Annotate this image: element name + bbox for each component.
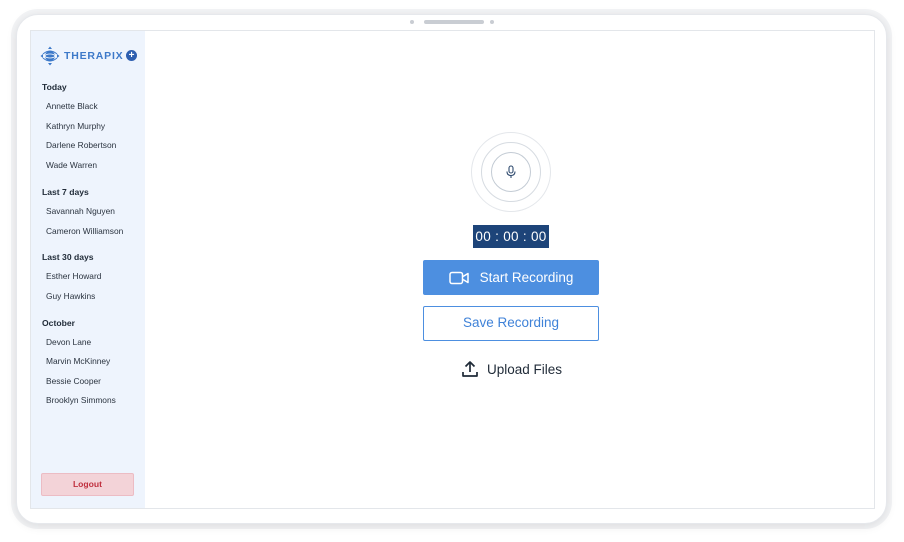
- sidebar-item-patient[interactable]: Marvin McKinney: [46, 356, 110, 366]
- sidebar-item-patient[interactable]: Esther Howard: [46, 271, 101, 281]
- sidebar-item-patient[interactable]: Wade Warren: [46, 160, 97, 170]
- start-recording-label: Start Recording: [479, 270, 574, 285]
- group-label-today: Today: [42, 82, 67, 92]
- video-camera-icon: [448, 271, 469, 284]
- sensor-dot: [490, 20, 494, 24]
- sidebar-item-patient[interactable]: Kathryn Murphy: [46, 121, 105, 131]
- plus-circle-icon[interactable]: +: [126, 50, 137, 61]
- sidebar-item-patient[interactable]: Guy Hawkins: [46, 291, 95, 301]
- sensor-dot: [410, 20, 414, 24]
- sidebar-item-patient[interactable]: Bessie Cooper: [46, 376, 101, 386]
- sidebar-item-patient[interactable]: Darlene Robertson: [46, 140, 116, 150]
- group-label-last-7-days: Last 7 days: [42, 187, 89, 197]
- mic-button[interactable]: [491, 152, 531, 192]
- sidebar-item-patient[interactable]: Savannah Nguyen: [46, 206, 115, 216]
- group-label-october: October: [42, 318, 75, 328]
- therapix-logo-icon: [40, 46, 60, 66]
- speaker-bar: [424, 20, 484, 24]
- upload-icon: [462, 361, 478, 377]
- sidebar-item-patient[interactable]: Cameron Williamson: [46, 226, 123, 236]
- brand: THERAPIX +: [39, 45, 137, 67]
- upload-files-button[interactable]: Upload Files: [461, 359, 562, 379]
- sidebar-item-patient[interactable]: Annette Black: [46, 101, 98, 111]
- upload-files-label: Upload Files: [487, 361, 563, 377]
- app-screen: THERAPIX + Today Annette Black Kathryn M…: [30, 30, 875, 509]
- mic-control: [471, 132, 551, 212]
- microphone-icon: [506, 165, 516, 178]
- recording-timer: 00 : 00 : 00: [473, 225, 549, 248]
- tablet-frame: THERAPIX + Today Annette Black Kathryn M…: [16, 14, 887, 524]
- sidebar: THERAPIX + Today Annette Black Kathryn M…: [31, 31, 145, 508]
- brand-name: THERAPIX: [64, 50, 124, 62]
- sidebar-item-patient[interactable]: Brooklyn Simmons: [46, 395, 116, 405]
- save-recording-button[interactable]: Save Recording: [423, 306, 599, 341]
- start-recording-button[interactable]: Start Recording: [423, 260, 599, 295]
- sidebar-item-patient[interactable]: Devon Lane: [46, 337, 91, 347]
- group-label-last-30-days: Last 30 days: [42, 252, 94, 262]
- logout-button[interactable]: Logout: [41, 473, 134, 496]
